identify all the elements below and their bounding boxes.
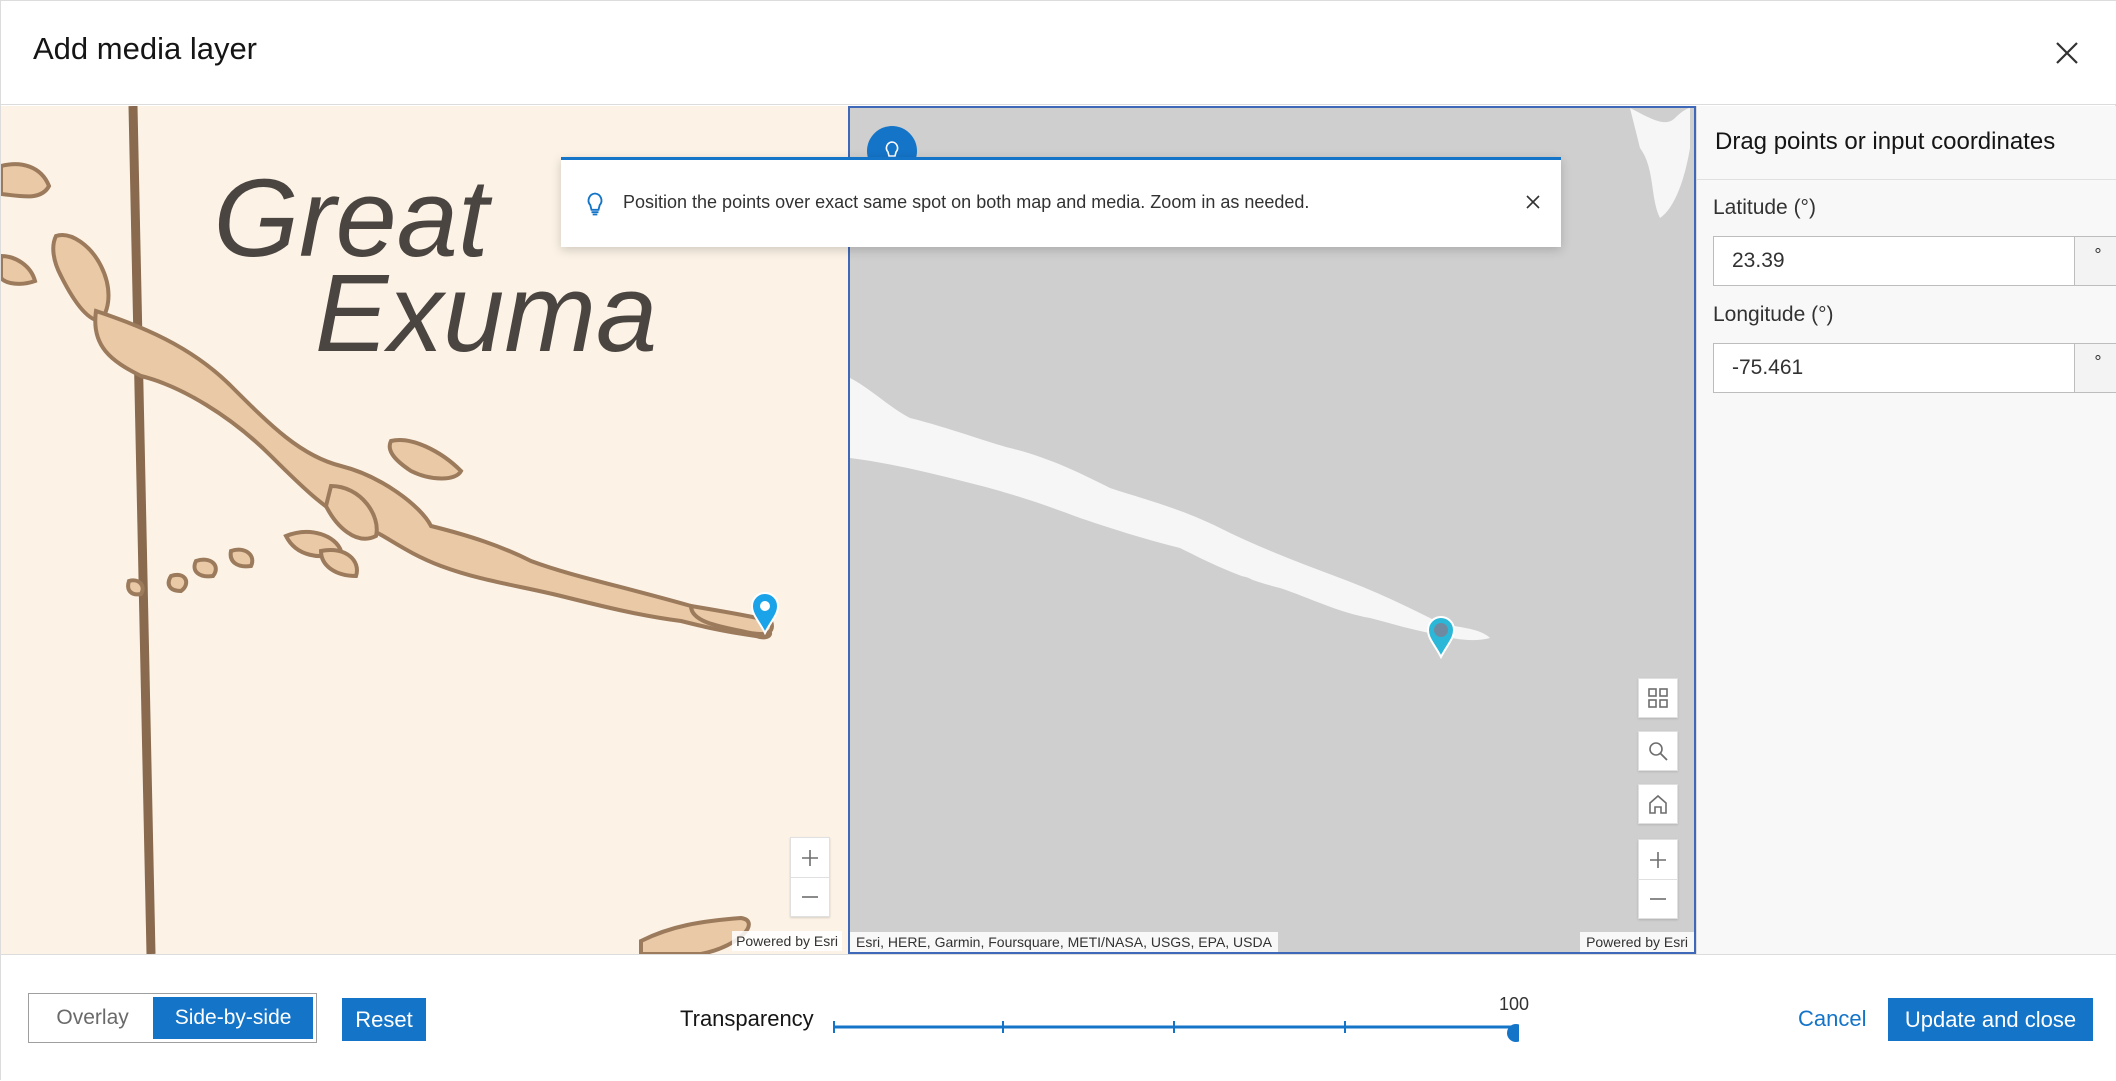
minus-icon	[802, 896, 818, 898]
media-attribution: Powered by Esri	[732, 931, 842, 951]
lightbulb-icon	[587, 192, 603, 216]
basemap-powered-by: Powered by Esri	[1580, 932, 1694, 952]
add-media-layer-dialog: Add media layer Great Exuma Powered by E…	[0, 0, 2116, 1081]
media-control-point-pin[interactable]	[749, 591, 781, 636]
transparency-slider[interactable]	[832, 1007, 1519, 1047]
notice-close-icon[interactable]	[1521, 190, 1545, 214]
minus-icon	[1650, 898, 1666, 900]
cancel-button[interactable]: Cancel	[1798, 1006, 1866, 1032]
home-icon	[1649, 794, 1667, 814]
longitude-label: Longitude (°)	[1713, 303, 1834, 326]
dialog-header: Add media layer	[1, 1, 2116, 105]
update-and-close-button[interactable]: Update and close	[1888, 998, 2093, 1041]
dialog-footer: Overlay Side-by-side Reset Transparency …	[1, 954, 2116, 1081]
coordinates-title: Drag points or input coordinates	[1715, 128, 2056, 155]
latitude-input[interactable]	[1714, 237, 2074, 285]
view-mode-toggle: Overlay Side-by-side	[28, 993, 317, 1043]
expand-icon	[1648, 688, 1668, 708]
basemap-zoom-control	[1638, 839, 1678, 919]
position-notice: Position the points over exact same spot…	[561, 157, 1561, 247]
media-map-label-exuma: Exuma	[315, 252, 657, 375]
media-zoom-in-button[interactable]	[791, 838, 829, 877]
basemap-attribution: Esri, HERE, Garmin, Foursquare, METI/NAS…	[850, 932, 1278, 952]
basemap-control-point-pin[interactable]	[1425, 615, 1457, 660]
overlay-mode-button[interactable]: Overlay	[32, 997, 153, 1039]
side-by-side-mode-button[interactable]: Side-by-side	[153, 997, 313, 1039]
media-zoom-control	[790, 837, 830, 917]
longitude-input[interactable]	[1714, 344, 2074, 392]
coordinates-panel: Drag points or input coordinates Latitud…	[1696, 106, 2116, 954]
dialog-title: Add media layer	[33, 31, 258, 66]
notice-text: Position the points over exact same spot…	[623, 192, 1310, 212]
plus-icon	[802, 849, 818, 866]
coordinates-divider	[1697, 179, 2116, 180]
search-icon	[1649, 742, 1668, 761]
expand-button[interactable]	[1638, 678, 1678, 718]
latitude-field[interactable]: °	[1713, 236, 2116, 286]
longitude-suffix: °	[2074, 344, 2116, 392]
basemap-zoom-in-button[interactable]	[1639, 840, 1677, 879]
latitude-label: Latitude (°)	[1713, 196, 1816, 219]
latitude-suffix: °	[2074, 237, 2116, 285]
transparency-label: Transparency	[680, 1006, 814, 1031]
longitude-field[interactable]: °	[1713, 343, 2116, 393]
close-icon[interactable]	[2049, 35, 2085, 71]
search-button[interactable]	[1638, 731, 1678, 771]
home-button[interactable]	[1638, 784, 1678, 824]
plus-icon	[1650, 851, 1666, 868]
reset-button[interactable]: Reset	[342, 998, 426, 1041]
media-zoom-out-button[interactable]	[791, 877, 829, 916]
basemap-tools	[1638, 678, 1678, 837]
basemap-zoom-out-button[interactable]	[1639, 879, 1677, 918]
